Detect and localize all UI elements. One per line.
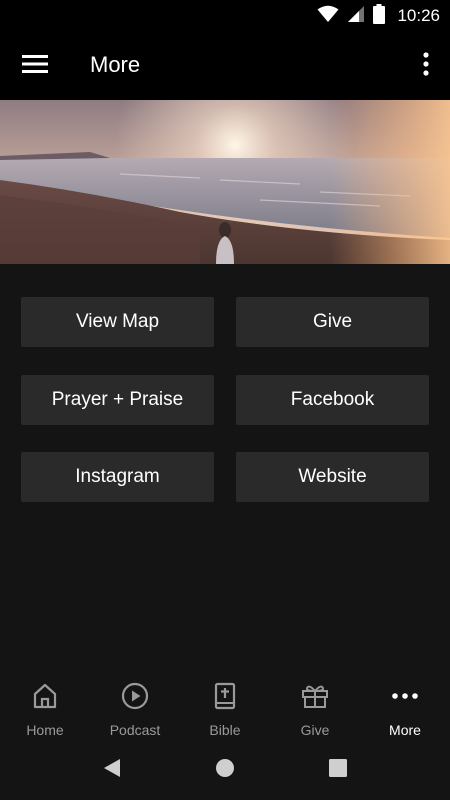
nav-label-give: Give [300,722,330,738]
nav-item-podcast[interactable]: Podcast [90,668,180,740]
battery-icon [373,3,386,29]
give-button[interactable]: Give [236,297,429,347]
status-icons: 10:26 [317,3,440,29]
nav-item-more[interactable]: More [360,668,450,740]
play-circle-icon [121,682,149,710]
nav-label-home: Home [26,722,64,738]
nav-label-podcast: Podcast [109,722,161,738]
page-title: More [90,52,141,77]
bottom-navigation: Home Podcast Bible Give More [0,668,450,740]
hero-image [0,100,450,264]
home-circle-icon [215,758,235,783]
bible-icon [214,682,236,710]
prayer-praise-button[interactable]: Prayer + Praise [21,375,214,425]
nav-label-more: More [389,722,421,738]
home-icon [33,682,57,710]
back-triangle-icon [102,757,122,784]
website-button[interactable]: Website [236,452,429,502]
recents-button[interactable] [326,758,350,782]
nav-item-home[interactable]: Home [0,668,90,740]
app-bar: More [0,32,450,100]
wifi-icon [317,5,339,28]
home-system-button[interactable] [213,758,237,782]
instagram-button[interactable]: Instagram [21,452,214,502]
view-map-button[interactable]: View Map [21,297,214,347]
nav-item-give[interactable]: Give [270,668,360,740]
system-navigation-bar [0,740,450,800]
back-button[interactable] [100,758,124,782]
status-bar: 10:26 [0,0,450,32]
nav-item-bible[interactable]: Bible [180,668,270,740]
hamburger-menu-icon [22,54,48,79]
menu-button[interactable] [18,50,52,82]
overflow-menu-button[interactable] [414,50,438,82]
signal-icon [347,5,365,28]
status-time: 10:26 [397,6,440,25]
nav-label-bible: Bible [209,722,241,738]
facebook-button[interactable]: Facebook [236,375,429,425]
recents-square-icon [328,758,348,783]
gift-icon [301,682,329,710]
more-horiz-icon [392,682,418,710]
more-vert-icon [423,51,429,81]
